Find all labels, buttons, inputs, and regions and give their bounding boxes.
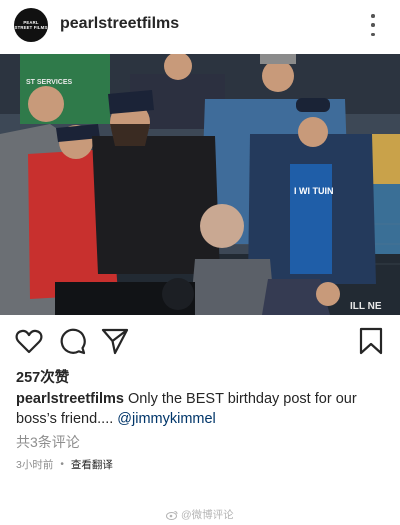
post-header: PEARL STREET FILMS pearlstreetfilms <box>0 0 400 52</box>
view-comments-link[interactable]: 共3条评论 <box>16 432 80 452</box>
caption-mention-link[interactable]: @jimmykimmel <box>117 411 215 427</box>
post-meta: 3小时前 • 查看翻译 <box>16 457 113 472</box>
action-bar <box>0 322 400 356</box>
see-translation-link[interactable]: 查看翻译 <box>71 457 113 472</box>
avatar-logo-text: PEARL STREET FILMS <box>14 20 48 30</box>
meta-separator: • <box>60 459 64 470</box>
paper-plane-icon[interactable] <box>100 326 130 356</box>
post-timestamp: 3小时前 <box>16 459 54 471</box>
weibo-watermark: @微博评论 <box>166 507 234 522</box>
username-link[interactable]: pearlstreetfilms <box>60 15 179 33</box>
avatar[interactable]: PEARL STREET FILMS <box>14 8 48 42</box>
comment-bubble-icon[interactable] <box>57 326 87 356</box>
caption-username[interactable]: pearlstreetfilms <box>16 391 124 407</box>
jersey-text: I WI TUIN <box>294 186 334 196</box>
bookmark-icon[interactable] <box>356 326 386 356</box>
weibo-logo-icon <box>166 510 178 520</box>
photo-illustration: I WI TUIN ILL NE ST SERVICES <box>0 54 400 315</box>
post-caption: pearlstreetfilms Only the BEST birthday … <box>16 389 388 429</box>
board-text: ILL NE <box>350 301 382 312</box>
like-count[interactable]: 257次赞 <box>16 366 69 387</box>
more-vertical-icon[interactable] <box>364 14 382 36</box>
post-photo[interactable]: I WI TUIN ILL NE ST SERVICES <box>0 54 400 315</box>
watermark-text: @微博评论 <box>181 509 234 521</box>
heart-outline-icon[interactable] <box>14 326 44 356</box>
banner-text: ST SERVICES <box>26 79 72 86</box>
